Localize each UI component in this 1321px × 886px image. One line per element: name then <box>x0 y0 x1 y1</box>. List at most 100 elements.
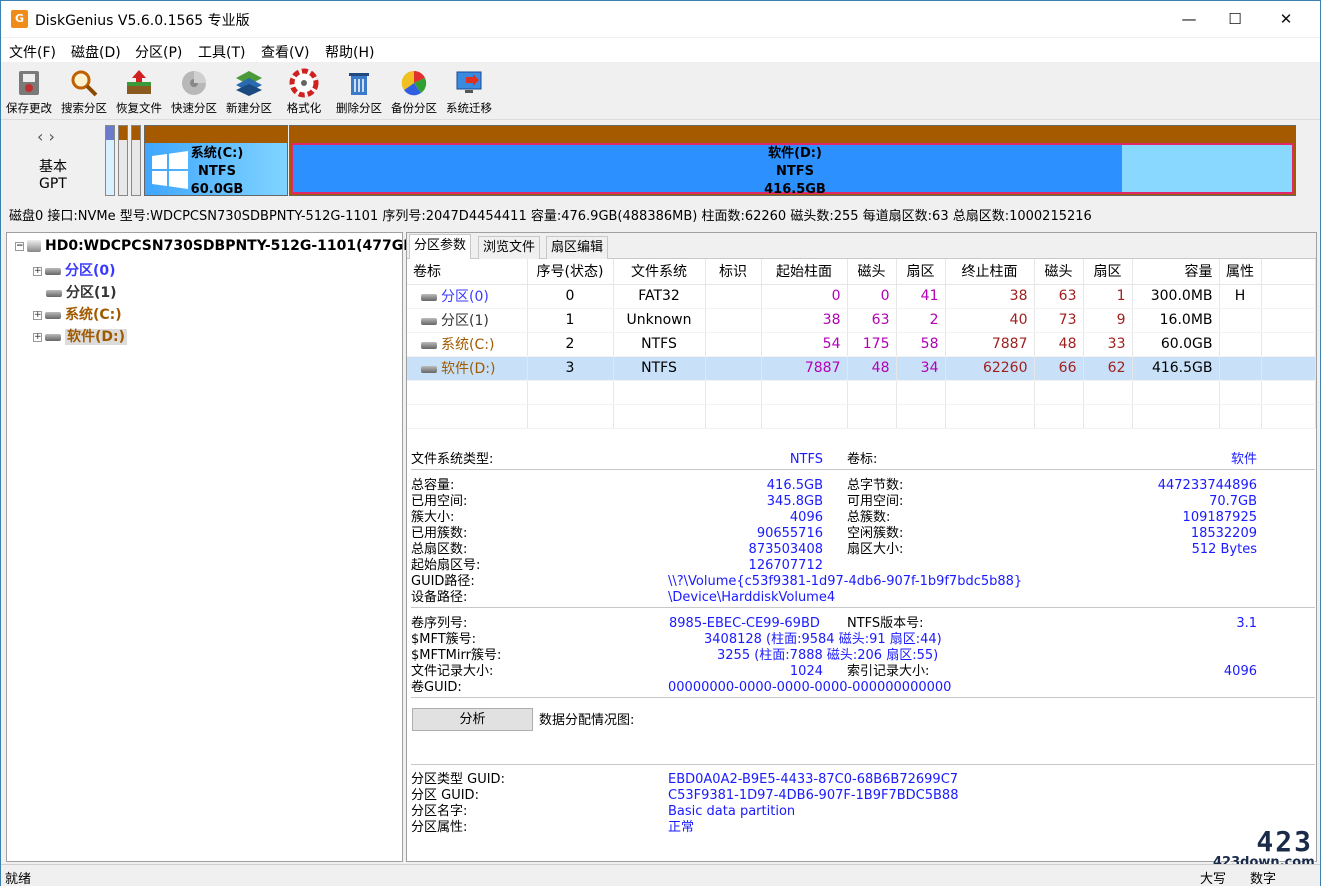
row-size: 16.0MB <box>1132 308 1220 333</box>
row-label: 分区(0) <box>441 289 489 305</box>
menu-file[interactable]: 文件(F) <box>9 42 56 62</box>
row-size: 60.0GB <box>1132 332 1220 357</box>
row-start-head: 48 <box>847 356 897 381</box>
tree-item-partition-1[interactable]: 分区(1) <box>46 282 117 302</box>
partition-d-name: 软件(D:) <box>768 146 822 161</box>
col-capacity[interactable]: 容量 <box>1132 259 1220 285</box>
new-partition-button[interactable]: 新建分区 <box>221 66 277 116</box>
start-sector-value: 126707712 <box>748 558 823 573</box>
menu-disk[interactable]: 磁盘(D) <box>71 42 121 62</box>
backup-partition-button[interactable]: 备份分区 <box>386 66 442 116</box>
save-changes-button[interactable]: 保存更改 <box>1 66 57 116</box>
partition-type-guid-value: EBD0A0A2-B9E5-4433-87C0-68B6B72699C7 <box>668 772 959 787</box>
volume-label-value: 软件 <box>1230 452 1257 467</box>
row-index: 3 <box>527 356 614 381</box>
table-row-selected[interactable]: 软件(D:) 3 NTFS 7887 48 34 62260 66 62 416… <box>407 356 1316 381</box>
fs-type-label: 文件系统类型: <box>411 452 494 467</box>
partition-c-fs: NTFS <box>198 164 236 179</box>
disk-nav-arrows[interactable]: ‹ › <box>37 127 55 146</box>
col-end-sector[interactable]: 扇区 <box>1083 259 1133 285</box>
tree-item-label: 分区(1) <box>66 285 117 301</box>
cluster-size-label: 簇大小: <box>411 510 455 525</box>
partition-icon <box>46 289 62 297</box>
partition-c-block[interactable]: 系统(C:) NTFS 60.0GB <box>144 125 288 197</box>
col-id[interactable]: 标识 <box>705 259 762 285</box>
ntfs-version-label: NTFS版本号: <box>847 616 924 631</box>
total-clusters-label: 总簇数: <box>847 510 891 525</box>
row-attr <box>1219 332 1262 357</box>
col-volume-label[interactable]: 卷标 <box>407 259 528 285</box>
close-button[interactable]: ✕ <box>1263 1 1309 37</box>
row-start-cyl: 0 <box>761 284 848 309</box>
tab-sector-edit[interactable]: 扇区编辑 <box>546 236 609 259</box>
menu-help[interactable]: 帮助(H) <box>325 42 374 62</box>
tree-disk-hd0[interactable]: − HD0:WDCPCSN730SDBPNTY-512G-1101(477GB) <box>15 238 420 258</box>
partition-0-block[interactable] <box>105 125 115 196</box>
format-button[interactable]: 格式化 <box>276 66 332 116</box>
maximize-button[interactable]: ☐ <box>1212 1 1258 37</box>
free-clusters-value: 18532209 <box>1190 526 1257 541</box>
serial-value: 8985-EBEC-CE99-69BD <box>669 616 820 631</box>
row-filler <box>1261 284 1316 309</box>
ntfs-version-value: 3.1 <box>1236 616 1257 631</box>
migrate-icon <box>456 71 482 93</box>
col-index[interactable]: 序号(状态) <box>527 259 614 285</box>
row-start-cyl: 38 <box>761 308 848 333</box>
delete-icon <box>349 73 369 95</box>
analyze-button[interactable]: 分析 <box>412 708 533 731</box>
partition-d-fs: NTFS <box>776 164 814 179</box>
toolbar: 保存更改 搜索分区 恢复文件 快速分区 新建分区 格式化 删除分区 备份分区 系… <box>1 62 1320 120</box>
partition-1-block[interactable] <box>118 125 128 196</box>
partition-d-block[interactable]: 软件(D:) NTFS 416.5GB <box>289 125 1296 197</box>
recover-files-button[interactable]: 恢复文件 <box>111 66 167 116</box>
tree-item-partition-0[interactable]: + 分区(0) <box>33 260 116 280</box>
tab-partition-params[interactable]: 分区参数 <box>409 234 472 260</box>
row-fs: NTFS <box>613 356 706 381</box>
tree-item-software-d[interactable]: + 软件(D:) <box>33 326 128 346</box>
search-partition-button[interactable]: 搜索分区 <box>56 66 112 116</box>
menu-partition[interactable]: 分区(P) <box>135 42 182 62</box>
windows-logo-icon <box>152 151 188 189</box>
row-index: 1 <box>527 308 614 333</box>
system-migration-button[interactable]: 系统迁移 <box>441 66 497 116</box>
col-end-cylinder[interactable]: 终止柱面 <box>945 259 1035 285</box>
row-end-sec: 62 <box>1083 356 1133 381</box>
expand-icon[interactable]: + <box>33 266 42 276</box>
menu-tools[interactable]: 工具(T) <box>198 42 245 62</box>
tab-browse-files[interactable]: 浏览文件 <box>478 236 541 259</box>
col-filesystem[interactable]: 文件系统 <box>613 259 706 285</box>
row-attr <box>1219 356 1262 381</box>
volume-label-label: 卷标: <box>847 452 878 467</box>
row-id <box>705 308 762 333</box>
tree-item-label: 分区(0) <box>65 263 116 279</box>
used-space-value: 345.8GB <box>766 494 823 509</box>
partition-guid-value: C53F9381-1D97-4DB6-907F-1B9F7BDC5B88 <box>668 788 959 803</box>
partition-name-label: 分区名字: <box>411 804 468 819</box>
col-start-head[interactable]: 磁头 <box>847 259 897 285</box>
col-start-sector[interactable]: 扇区 <box>896 259 946 285</box>
app-window: G DiskGenius V5.6.0.1565 专业版 — ☐ ✕ 文件(F)… <box>0 0 1321 886</box>
table-row[interactable]: 分区(0) 0 FAT32 0 0 41 38 63 1 300.0MB H <box>407 284 1316 309</box>
total-sectors-label: 总扇区数: <box>411 542 468 557</box>
status-bar: 就绪 大写 数字 <box>1 864 1320 886</box>
minimize-button[interactable]: — <box>1166 1 1212 37</box>
used-space-label: 已用空间: <box>411 494 468 509</box>
expand-icon[interactable]: + <box>33 332 42 342</box>
file-record-label: 文件记录大小: <box>411 664 494 679</box>
row-end-head: 63 <box>1034 284 1084 309</box>
col-start-cylinder[interactable]: 起始柱面 <box>761 259 848 285</box>
tree-item-system-c[interactable]: + 系统(C:) <box>33 304 122 324</box>
table-row[interactable]: 系统(C:) 2 NTFS 54 175 58 7887 48 33 60.0G… <box>407 332 1316 357</box>
fs-type-value: NTFS <box>789 452 823 467</box>
row-end-sec: 9 <box>1083 308 1133 333</box>
menu-view[interactable]: 查看(V) <box>261 42 310 62</box>
partition-gap-block[interactable] <box>131 125 141 196</box>
table-row[interactable]: 分区(1) 1 Unknown 38 63 2 40 73 9 16.0MB <box>407 308 1316 333</box>
col-attribute[interactable]: 属性 <box>1219 259 1262 285</box>
expand-icon[interactable]: + <box>33 310 42 320</box>
collapse-icon[interactable]: − <box>15 241 24 251</box>
partition-d-size: 416.5GB <box>764 182 826 197</box>
delete-partition-button[interactable]: 删除分区 <box>331 66 387 116</box>
quick-partition-button[interactable]: 快速分区 <box>166 66 222 116</box>
col-end-head[interactable]: 磁头 <box>1034 259 1084 285</box>
